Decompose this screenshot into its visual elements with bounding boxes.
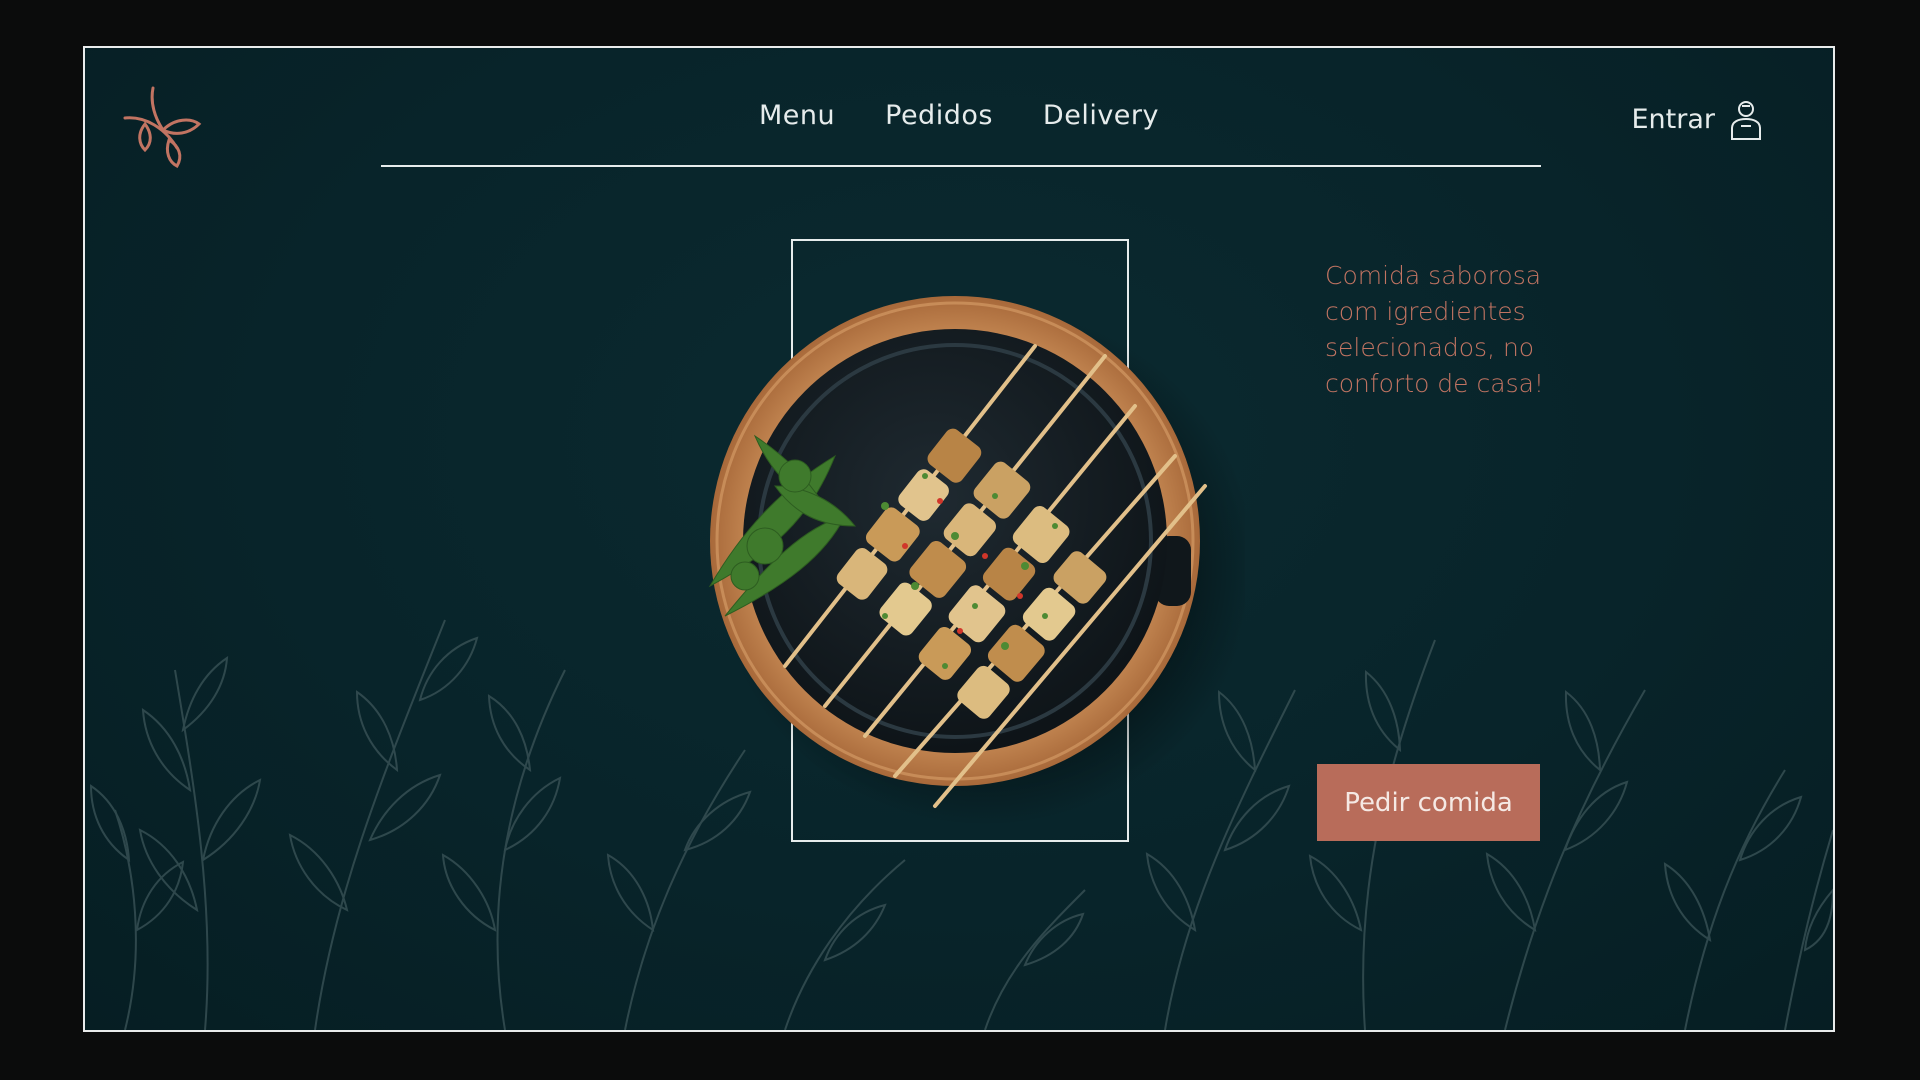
nav-menu-link[interactable]: Menu: [759, 100, 835, 131]
skewers-dish-image: [708, 296, 1245, 826]
nav-pedidos-link[interactable]: Pedidos: [885, 100, 993, 131]
hero-tagline: Comida saborosa com igredientes selecion…: [1325, 261, 1544, 398]
login-button[interactable]: Entrar: [1631, 98, 1763, 140]
user-icon: [1731, 101, 1761, 140]
page-frame: Menu Pedidos Delivery Entrar Comida sabo…: [83, 46, 1835, 1032]
order-food-button[interactable]: Pedir comida: [1317, 764, 1540, 841]
login-label: Entrar: [1631, 103, 1715, 135]
nav-divider: [381, 165, 1541, 167]
main-nav: Menu Pedidos Delivery: [85, 100, 1833, 131]
nav-delivery-link[interactable]: Delivery: [1043, 100, 1159, 131]
